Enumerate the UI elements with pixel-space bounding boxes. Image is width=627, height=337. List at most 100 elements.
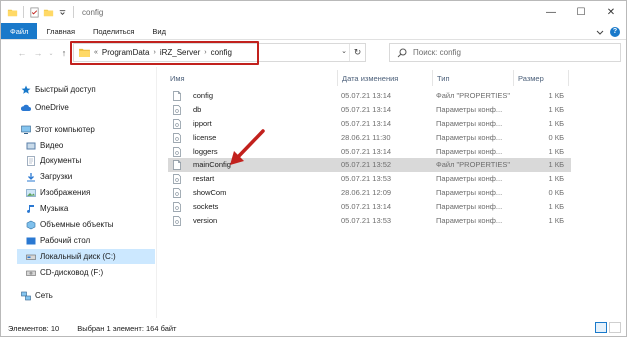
- settings-file-icon: [173, 147, 181, 157]
- file-name: license: [193, 133, 217, 142]
- file-row-config[interactable]: config 05.07.21 13:14 Файл "PROPERTIES" …: [168, 89, 571, 103]
- nav-item-pictures[interactable]: Изображения: [26, 185, 90, 200]
- explorer-window: config — ☐ ✕ Файл Главная Поделиться Вид…: [0, 0, 627, 337]
- video-folder-icon: [26, 142, 36, 149]
- search-placeholder: Поиск: config: [413, 48, 461, 57]
- file-name: db: [193, 105, 202, 114]
- settings-file-icon: [173, 105, 181, 115]
- recent-locations-icon[interactable]: ⌄: [46, 44, 56, 62]
- downloads-folder-icon: [27, 172, 35, 181]
- close-button[interactable]: ✕: [596, 1, 626, 23]
- file-row-sockets[interactable]: sockets 05.07.21 13:14 Параметры конф...…: [168, 200, 571, 214]
- file-row-loggers[interactable]: loggers 05.07.21 13:14 Параметры конф...…: [168, 145, 571, 159]
- settings-file-icon: [173, 202, 181, 212]
- nav-item-desktop[interactable]: Рабочий стол: [26, 233, 90, 248]
- customize-toolbar-icon[interactable]: [57, 7, 68, 18]
- nav-item-videos[interactable]: Видео: [26, 138, 63, 153]
- settings-file-icon: [173, 188, 181, 198]
- file-type: Параметры конф...: [436, 147, 503, 156]
- settings-file-icon: [173, 174, 181, 184]
- column-divider[interactable]: [513, 70, 514, 86]
- file-name: restart: [193, 174, 215, 183]
- search-box[interactable]: Поиск: config: [389, 43, 621, 62]
- cloud-icon: [21, 104, 31, 111]
- breadcrumb-config[interactable]: config: [208, 48, 235, 57]
- breadcrumb-irz-server[interactable]: iRZ_Server: [157, 48, 203, 57]
- nav-item-cd-drive-f[interactable]: CD-дисковод (F:): [26, 265, 103, 280]
- file-icon: [173, 91, 181, 101]
- desktop-folder-icon: [26, 237, 36, 244]
- navigation-pane: Быстрый доступ OneDrive Этот компьютер В…: [1, 67, 157, 318]
- file-date: 05.07.21 13:14: [341, 202, 392, 211]
- large-icons-view-icon[interactable]: [609, 322, 621, 333]
- nav-item-music[interactable]: Музыка: [26, 201, 68, 216]
- column-divider[interactable]: [337, 70, 338, 86]
- tab-home[interactable]: Главная: [37, 23, 84, 39]
- nav-item-this-pc[interactable]: Этот компьютер: [21, 122, 95, 137]
- nav-item-local-disk-c[interactable]: Локальный диск (C:): [17, 249, 155, 264]
- minimize-button[interactable]: —: [536, 1, 566, 23]
- column-header-date[interactable]: Дата изменения: [342, 71, 398, 85]
- file-row-license[interactable]: license 28.06.21 11:30 Параметры конф...…: [168, 131, 571, 145]
- back-arrow-icon[interactable]: ←: [14, 44, 30, 62]
- 3d-objects-folder-icon: [26, 220, 36, 229]
- file-size: 1 КБ: [548, 216, 564, 225]
- forward-arrow-icon[interactable]: →: [30, 44, 46, 62]
- file-row-db[interactable]: db 05.07.21 13:14 Параметры конф... 1 КБ: [168, 103, 571, 117]
- file-date: 05.07.21 13:14: [341, 105, 392, 114]
- nav-item-quick-access[interactable]: Быстрый доступ: [21, 82, 96, 97]
- column-header-size[interactable]: Размер: [518, 71, 544, 85]
- nav-item-network[interactable]: Сеть: [21, 288, 53, 303]
- file-date: 05.07.21 13:14: [341, 119, 392, 128]
- file-date: 28.06.21 11:30: [341, 133, 391, 142]
- tab-file[interactable]: Файл: [1, 23, 38, 39]
- address-dropdown-icon[interactable]: ⌄: [341, 47, 347, 55]
- new-folder-icon[interactable]: [43, 7, 54, 18]
- file-date: 05.07.21 13:52: [341, 160, 392, 169]
- search-icon: [397, 48, 407, 57]
- nav-item-onedrive[interactable]: OneDrive: [21, 100, 69, 115]
- folder-icon: [79, 48, 90, 57]
- file-size: 1 КБ: [548, 160, 564, 169]
- tab-share[interactable]: Поделиться: [84, 23, 143, 39]
- file-type: Параметры конф...: [436, 188, 503, 197]
- navigation-row: ← → ⌄ ↑ « ProgramData › iRZ_Server › con…: [1, 40, 626, 66]
- file-row-restart[interactable]: restart 05.07.21 13:53 Параметры конф...…: [168, 172, 571, 186]
- expand-ribbon-icon[interactable]: [596, 28, 604, 36]
- maximize-button[interactable]: ☐: [566, 1, 596, 23]
- properties-icon[interactable]: [29, 7, 40, 18]
- file-name: mainConfig: [193, 160, 231, 169]
- file-row-version[interactable]: version 05.07.21 13:53 Параметры конф...…: [168, 214, 571, 228]
- address-bar[interactable]: « ProgramData › iRZ_Server › config ⌄ ↻: [73, 43, 366, 62]
- up-arrow-icon[interactable]: ↑: [56, 44, 72, 62]
- details-view-icon[interactable]: [595, 322, 607, 333]
- breadcrumb-programdata[interactable]: ProgramData: [99, 48, 153, 57]
- folder-icon[interactable]: [7, 7, 18, 18]
- file-row-showcom[interactable]: showCom 28.06.21 12:09 Параметры конф...…: [168, 186, 571, 200]
- music-folder-icon: [27, 204, 34, 213]
- refresh-icon[interactable]: ↻: [349, 44, 365, 61]
- column-header-type[interactable]: Тип: [437, 71, 450, 85]
- column-header-name[interactable]: Имя: [170, 71, 185, 85]
- file-row-ipport[interactable]: ipport 05.07.21 13:14 Параметры конф... …: [168, 117, 571, 131]
- file-type: Файл "PROPERTIES": [436, 91, 511, 100]
- file-type: Параметры конф...: [436, 133, 503, 142]
- file-type: Параметры конф...: [436, 105, 503, 114]
- nav-item-3d-objects[interactable]: Объемные объекты: [26, 217, 114, 232]
- file-date: 05.07.21 13:14: [341, 147, 392, 156]
- nav-item-documents[interactable]: Документы: [26, 153, 81, 168]
- column-divider[interactable]: [568, 70, 569, 86]
- view-toggle: [595, 322, 621, 333]
- help-icon[interactable]: ?: [610, 26, 620, 37]
- settings-file-icon: [173, 133, 181, 143]
- file-type: Параметры конф...: [436, 202, 503, 211]
- column-divider[interactable]: [432, 70, 433, 86]
- file-name: showCom: [193, 188, 227, 197]
- nav-item-downloads[interactable]: Загрузки: [26, 169, 72, 184]
- file-row-mainconfig[interactable]: mainConfig 05.07.21 13:52 Файл "PROPERTI…: [168, 158, 571, 172]
- tab-view[interactable]: Вид: [143, 23, 175, 39]
- file-type: Параметры конф...: [436, 216, 503, 225]
- toolbar-divider: [23, 6, 24, 18]
- file-date: 05.07.21 13:53: [341, 216, 392, 225]
- file-size: 0 КБ: [548, 188, 564, 197]
